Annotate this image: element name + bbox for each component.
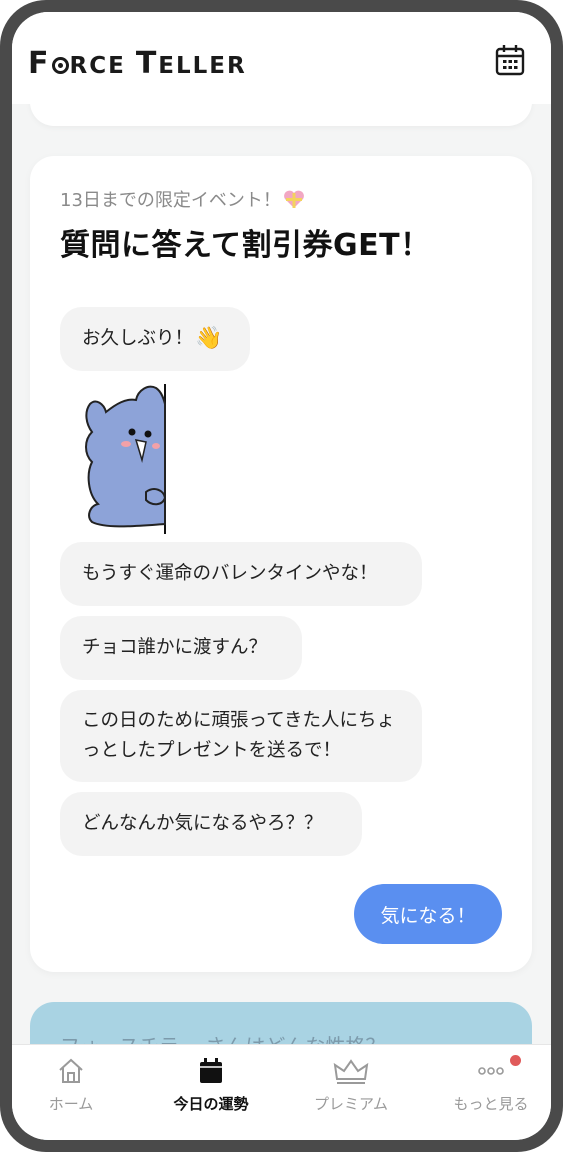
waving-hand-icon: 👋 [195, 326, 223, 351]
chat-bubble: チョコ誰かに渡すん？ [60, 616, 302, 680]
event-headline: 質問に答えて割引券GET！ [60, 228, 431, 263]
chat-bubble: どんなんか気になるやろ？？ [60, 792, 362, 856]
event-label: 13日までの限定イベント！ [60, 186, 305, 212]
tab-today-fortune[interactable]: 今日の運勢 [156, 1053, 266, 1114]
device-frame: F RCE TELLER 13日までの限定イベント！ 質問に答えて割引券GET！ … [0, 0, 563, 1152]
gift-heart-icon [283, 190, 304, 208]
chat-bubble: もうすぐ運命のバレンタインやな！ [60, 542, 422, 606]
chat-bubble: お久しぶり！ 👋 [60, 307, 250, 371]
tab-home[interactable]: ホーム [16, 1053, 126, 1114]
more-icon [478, 1067, 504, 1075]
chat-bubble: この日のために頑張ってきた人にちょっとしたプレゼントを送るで！ [60, 690, 422, 782]
app-logo: F RCE TELLER [28, 46, 247, 81]
home-icon [59, 1058, 83, 1083]
tab-premium[interactable]: プレミアム [296, 1053, 406, 1114]
interested-button[interactable]: 気になる！ [354, 884, 502, 944]
calendar-icon[interactable] [495, 44, 525, 76]
bear-character-image [85, 384, 167, 534]
bottom-tab-bar: ホーム 今日の運勢 プレミアム もっと見る [12, 1044, 551, 1140]
calendar-icon [200, 1058, 222, 1083]
tab-more[interactable]: もっと見る [436, 1053, 546, 1114]
app-screen: F RCE TELLER 13日までの限定イベント！ 質問に答えて割引券GET！ … [12, 12, 551, 1140]
event-card: 13日までの限定イベント！ 質問に答えて割引券GET！ お久しぶり！ 👋 もうすぐ… [30, 156, 532, 972]
crown-icon [333, 1059, 369, 1084]
app-header: F RCE TELLER [12, 12, 551, 104]
notification-badge [510, 1055, 521, 1066]
